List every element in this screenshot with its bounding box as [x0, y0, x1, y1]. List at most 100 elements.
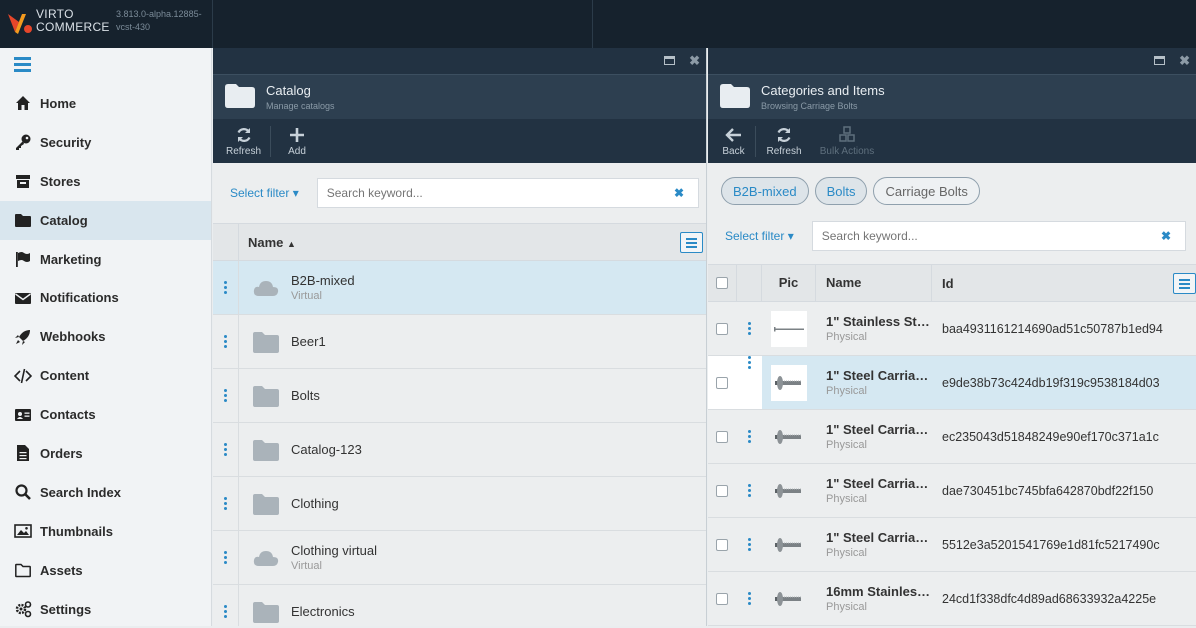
sidebar-item-stores[interactable]: Stores	[0, 162, 211, 201]
item-type: Physical	[826, 601, 867, 613]
sidebar-item-security[interactable]: Security	[0, 123, 211, 162]
menu-toggle-icon[interactable]	[0, 48, 211, 84]
sidebar-item-content[interactable]: Content	[0, 356, 211, 395]
product-thumbnail	[771, 581, 807, 617]
folder-icon	[253, 331, 279, 353]
search-input[interactable]	[326, 186, 649, 200]
list-item[interactable]: Bolts	[213, 369, 706, 423]
row-checkbox[interactable]	[716, 376, 728, 389]
folder-outline-icon	[13, 560, 33, 580]
more-actions-icon[interactable]	[213, 369, 239, 422]
add-button[interactable]: Add	[271, 126, 323, 157]
more-actions-icon[interactable]	[213, 477, 239, 530]
column-menu-button[interactable]	[680, 232, 703, 253]
product-thumbnail	[771, 419, 807, 455]
blade-subtitle: Manage catalogs	[266, 101, 335, 111]
select-filter-dropdown[interactable]: Select filter ▾	[725, 229, 794, 243]
more-actions-icon[interactable]	[736, 322, 762, 335]
sidebar-item-label: Catalog	[40, 212, 88, 228]
list-item[interactable]: Beer1	[213, 315, 706, 369]
more-actions-icon[interactable]	[213, 531, 239, 584]
sidebar-item-label: Stores	[40, 173, 81, 189]
catalog-name: Catalog-123	[291, 442, 362, 457]
breadcrumb-item[interactable]: Carriage Bolts	[873, 177, 980, 205]
column-menu-button[interactable]	[1173, 273, 1196, 294]
refresh-button[interactable]: Refresh	[756, 126, 812, 157]
table-row[interactable]: 1" Steel Carriage ... Physical ec235043d51…	[708, 410, 1196, 464]
sidebar-item-assets[interactable]: Assets	[0, 551, 211, 590]
sidebar-item-contacts[interactable]: Contacts	[0, 395, 211, 434]
breadcrumb-item[interactable]: Bolts	[814, 177, 868, 205]
code-icon	[13, 366, 33, 386]
item-id: baa4931161214690ad51c50787b1ed94	[942, 321, 1163, 336]
refresh-button[interactable]: Refresh	[217, 125, 271, 157]
row-checkbox[interactable]	[716, 592, 728, 605]
table-row[interactable]: 1" Steel Carriage ... Physical 5512e3a5201…	[708, 518, 1196, 572]
id-column-header[interactable]: Id	[932, 276, 954, 291]
item-name: 1" Steel Carriage ...	[826, 368, 932, 383]
sidebar-item-orders[interactable]: Orders	[0, 434, 211, 473]
item-type: Physical	[826, 331, 867, 343]
flag-icon	[13, 249, 33, 269]
breadcrumb-item[interactable]: B2B-mixed	[721, 177, 809, 205]
search-input[interactable]	[821, 229, 1137, 243]
list-item[interactable]: Clothing	[213, 477, 706, 531]
more-actions-icon[interactable]	[213, 261, 239, 314]
sidebar-item-home[interactable]: Home	[0, 84, 211, 123]
maximize-icon[interactable]	[664, 56, 676, 65]
select-all-checkbox[interactable]	[716, 277, 728, 289]
more-actions-icon[interactable]	[736, 430, 762, 443]
folder-icon	[253, 601, 279, 623]
more-actions-icon[interactable]	[736, 592, 762, 605]
arrow-left-icon	[724, 127, 741, 142]
sidebar-item-thumbnails[interactable]: Thumbnails	[0, 512, 211, 551]
row-checkbox[interactable]	[716, 430, 728, 443]
select-filter-dropdown[interactable]: Select filter ▾	[230, 186, 299, 200]
row-checkbox[interactable]	[716, 322, 728, 335]
more-actions-icon[interactable]	[736, 538, 762, 551]
more-actions-icon[interactable]	[736, 484, 762, 497]
sidebar-item-settings[interactable]: Settings	[0, 590, 211, 628]
catalog-name: Electronics	[291, 604, 355, 619]
item-name: 1" Steel Carriage ...	[826, 422, 932, 437]
more-actions-icon[interactable]	[213, 423, 239, 476]
row-checkbox[interactable]	[716, 484, 728, 497]
more-actions-icon[interactable]	[213, 585, 239, 626]
clear-search-icon[interactable]: ✖	[1161, 229, 1171, 243]
blade-title: Catalog	[266, 83, 311, 98]
close-icon[interactable]: ✖	[689, 54, 700, 67]
table-row[interactable]: 16mm Stainless ... Physical 24cd1f338dfc4d…	[708, 572, 1196, 626]
more-actions-icon[interactable]	[213, 315, 239, 368]
bulk-actions-button[interactable]: Bulk Actions	[812, 125, 882, 157]
list-item[interactable]: B2B-mixed Virtual	[213, 261, 706, 315]
sidebar-item-webhooks[interactable]: Webhooks	[0, 317, 211, 356]
list-item[interactable]: Electronics	[213, 585, 706, 626]
back-button[interactable]: Back	[712, 125, 756, 157]
catalog-name: B2B-mixed	[291, 273, 355, 288]
sidebar-item-catalog[interactable]: Catalog	[0, 200, 211, 240]
sidebar-item-notifications[interactable]: Notifications	[0, 278, 211, 317]
table-row[interactable]: 1" Stainless Steel... Physical baa49311612…	[708, 302, 1196, 356]
name-column-header[interactable]: Name ▲	[239, 235, 296, 250]
list-item[interactable]: Catalog-123	[213, 423, 706, 477]
item-id: e9de38b73c424db19f319c9538184d03	[942, 375, 1160, 390]
item-type: Physical	[826, 385, 867, 397]
sidebar-item-label: Orders	[40, 445, 83, 461]
product-thumbnail	[771, 527, 807, 563]
envelope-icon	[13, 288, 33, 308]
maximize-icon[interactable]	[1154, 56, 1166, 65]
pic-column-header: Pic	[762, 265, 816, 301]
table-row[interactable]: 1" Steel Carriage ... Physical e9de38b73c4…	[708, 356, 1196, 410]
name-column-header[interactable]: Name	[816, 265, 932, 301]
item-name: 1" Steel Carriage ...	[826, 530, 932, 545]
sidebar-item-search-index[interactable]: Search Index	[0, 473, 211, 512]
close-icon[interactable]: ✖	[1179, 54, 1190, 67]
folder-icon	[13, 210, 33, 230]
table-row[interactable]: 1" Steel Carriage ... Physical dae730451bc…	[708, 464, 1196, 518]
list-item[interactable]: Clothing virtual Virtual	[213, 531, 706, 585]
sidebar-item-marketing[interactable]: Marketing	[0, 240, 211, 279]
clear-search-icon[interactable]: ✖	[674, 186, 684, 200]
row-checkbox[interactable]	[716, 538, 728, 551]
catalog-name: Beer1	[291, 334, 326, 349]
more-actions-icon[interactable]	[736, 356, 762, 409]
